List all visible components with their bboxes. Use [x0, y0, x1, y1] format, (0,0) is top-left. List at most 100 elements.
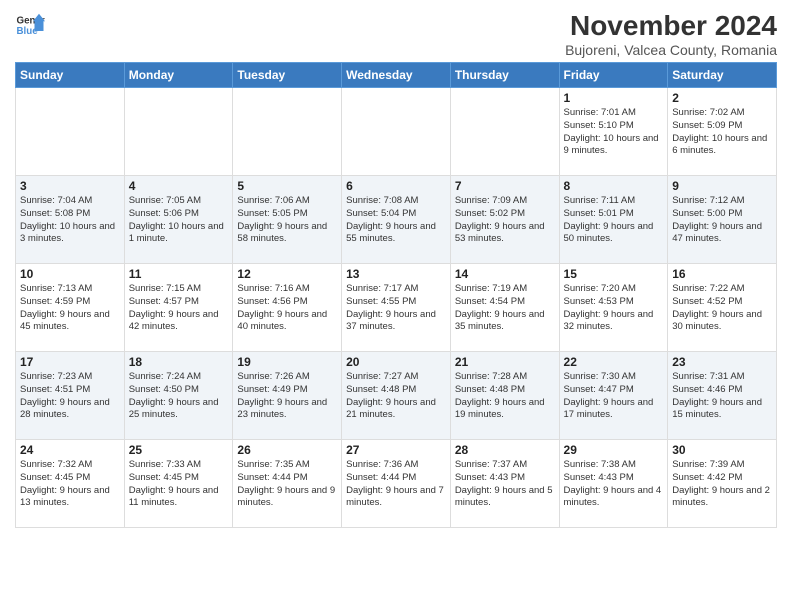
day-number: 26 — [237, 443, 337, 457]
weekday-header-thursday: Thursday — [450, 63, 559, 88]
calendar-cell: 27 Sunrise: 7:36 AM Sunset: 4:44 PM Dayli… — [342, 440, 451, 528]
main-container: General Blue November 2024 Bujoreni, Val… — [0, 0, 792, 533]
day-content: Sunrise: 7:32 AM Sunset: 4:45 PM Dayligh… — [20, 459, 120, 510]
logo: General Blue — [15, 10, 45, 40]
calendar-cell: 6 Sunrise: 7:08 AM Sunset: 5:04 PM Daylig… — [342, 176, 451, 264]
day-number: 11 — [129, 267, 229, 281]
weekday-header-wednesday: Wednesday — [342, 63, 451, 88]
day-content: Sunrise: 7:20 AM Sunset: 4:53 PM Dayligh… — [564, 283, 664, 334]
day-content: Sunrise: 7:26 AM Sunset: 4:49 PM Dayligh… — [237, 371, 337, 422]
day-content: Sunrise: 7:01 AM Sunset: 5:10 PM Dayligh… — [564, 107, 664, 158]
title-block: November 2024 Bujoreni, Valcea County, R… — [565, 10, 777, 58]
day-content: Sunrise: 7:11 AM Sunset: 5:01 PM Dayligh… — [564, 195, 664, 246]
day-content: Sunrise: 7:06 AM Sunset: 5:05 PM Dayligh… — [237, 195, 337, 246]
day-content: Sunrise: 7:27 AM Sunset: 4:48 PM Dayligh… — [346, 371, 446, 422]
day-content: Sunrise: 7:33 AM Sunset: 4:45 PM Dayligh… — [129, 459, 229, 510]
calendar-week-5: 24 Sunrise: 7:32 AM Sunset: 4:45 PM Dayli… — [16, 440, 777, 528]
day-content: Sunrise: 7:39 AM Sunset: 4:42 PM Dayligh… — [672, 459, 772, 510]
day-content: Sunrise: 7:13 AM Sunset: 4:59 PM Dayligh… — [20, 283, 120, 334]
day-number: 2 — [672, 91, 772, 105]
calendar-cell: 9Sunrise: 7:12 AM Sunset: 5:00 PM Daylig… — [668, 176, 777, 264]
calendar-cell: 26 Sunrise: 7:35 AM Sunset: 4:44 PM Dayli… — [233, 440, 342, 528]
calendar-cell: 15 Sunrise: 7:20 AM Sunset: 4:53 PM Dayli… — [559, 264, 668, 352]
calendar-cell — [233, 88, 342, 176]
calendar-cell: 13Sunrise: 7:17 AM Sunset: 4:55 PM Dayli… — [342, 264, 451, 352]
day-number: 25 — [129, 443, 229, 457]
day-number: 17 — [20, 355, 120, 369]
day-content: Sunrise: 7:12 AM Sunset: 5:00 PM Dayligh… — [672, 195, 772, 246]
day-content: Sunrise: 7:22 AM Sunset: 4:52 PM Dayligh… — [672, 283, 772, 334]
day-content: Sunrise: 7:36 AM Sunset: 4:44 PM Dayligh… — [346, 459, 446, 510]
calendar-cell: 24 Sunrise: 7:32 AM Sunset: 4:45 PM Dayli… — [16, 440, 125, 528]
day-number: 4 — [129, 179, 229, 193]
logo-icon: General Blue — [15, 10, 45, 40]
calendar-cell — [16, 88, 125, 176]
weekday-header-saturday: Saturday — [668, 63, 777, 88]
calendar-cell: 4 Sunrise: 7:05 AM Sunset: 5:06 PM Daylig… — [124, 176, 233, 264]
day-content: Sunrise: 7:24 AM Sunset: 4:50 PM Dayligh… — [129, 371, 229, 422]
day-content: Sunrise: 7:02 AM Sunset: 5:09 PM Dayligh… — [672, 107, 772, 158]
calendar-cell: 14 Sunrise: 7:19 AM Sunset: 4:54 PM Dayli… — [450, 264, 559, 352]
day-number: 18 — [129, 355, 229, 369]
day-content: Sunrise: 7:08 AM Sunset: 5:04 PM Dayligh… — [346, 195, 446, 246]
day-content: Sunrise: 7:31 AM Sunset: 4:46 PM Dayligh… — [672, 371, 772, 422]
day-content: Sunrise: 7:19 AM Sunset: 4:54 PM Dayligh… — [455, 283, 555, 334]
calendar-cell — [450, 88, 559, 176]
day-number: 22 — [564, 355, 664, 369]
day-number: 6 — [346, 179, 446, 193]
calendar-cell: 11 Sunrise: 7:15 AM Sunset: 4:57 PM Dayli… — [124, 264, 233, 352]
day-number: 16 — [672, 267, 772, 281]
day-number: 24 — [20, 443, 120, 457]
day-number: 20 — [346, 355, 446, 369]
day-content: Sunrise: 7:23 AM Sunset: 4:51 PM Dayligh… — [20, 371, 120, 422]
day-content: Sunrise: 7:09 AM Sunset: 5:02 PM Dayligh… — [455, 195, 555, 246]
calendar-cell: 20 Sunrise: 7:27 AM Sunset: 4:48 PM Dayli… — [342, 352, 451, 440]
day-number: 19 — [237, 355, 337, 369]
weekday-header-row: SundayMondayTuesdayWednesdayThursdayFrid… — [16, 63, 777, 88]
day-number: 15 — [564, 267, 664, 281]
day-number: 7 — [455, 179, 555, 193]
calendar-cell: 23 Sunrise: 7:31 AM Sunset: 4:46 PM Dayli… — [668, 352, 777, 440]
day-content: Sunrise: 7:05 AM Sunset: 5:06 PM Dayligh… — [129, 195, 229, 246]
calendar-cell: 18 Sunrise: 7:24 AM Sunset: 4:50 PM Dayli… — [124, 352, 233, 440]
weekday-header-friday: Friday — [559, 63, 668, 88]
calendar-cell: 1Sunrise: 7:01 AM Sunset: 5:10 PM Daylig… — [559, 88, 668, 176]
day-content: Sunrise: 7:04 AM Sunset: 5:08 PM Dayligh… — [20, 195, 120, 246]
calendar-table: SundayMondayTuesdayWednesdayThursdayFrid… — [15, 62, 777, 528]
calendar-body: 1Sunrise: 7:01 AM Sunset: 5:10 PM Daylig… — [16, 88, 777, 528]
day-number: 8 — [564, 179, 664, 193]
day-content: Sunrise: 7:35 AM Sunset: 4:44 PM Dayligh… — [237, 459, 337, 510]
calendar-week-4: 17 Sunrise: 7:23 AM Sunset: 4:51 PM Dayli… — [16, 352, 777, 440]
calendar-cell: 29Sunrise: 7:38 AM Sunset: 4:43 PM Dayli… — [559, 440, 668, 528]
calendar-cell: 7 Sunrise: 7:09 AM Sunset: 5:02 PM Daylig… — [450, 176, 559, 264]
day-number: 5 — [237, 179, 337, 193]
day-number: 29 — [564, 443, 664, 457]
day-number: 27 — [346, 443, 446, 457]
day-number: 14 — [455, 267, 555, 281]
calendar-cell: 22 Sunrise: 7:30 AM Sunset: 4:47 PM Dayli… — [559, 352, 668, 440]
calendar-week-2: 3 Sunrise: 7:04 AM Sunset: 5:08 PM Daylig… — [16, 176, 777, 264]
calendar-week-3: 10Sunrise: 7:13 AM Sunset: 4:59 PM Dayli… — [16, 264, 777, 352]
calendar-cell: 30 Sunrise: 7:39 AM Sunset: 4:42 PM Dayli… — [668, 440, 777, 528]
day-number: 3 — [20, 179, 120, 193]
calendar-cell: 19 Sunrise: 7:26 AM Sunset: 4:49 PM Dayli… — [233, 352, 342, 440]
calendar-cell: 28Sunrise: 7:37 AM Sunset: 4:43 PM Dayli… — [450, 440, 559, 528]
header: General Blue November 2024 Bujoreni, Val… — [15, 10, 777, 58]
calendar-cell: 21Sunrise: 7:28 AM Sunset: 4:48 PM Dayli… — [450, 352, 559, 440]
calendar-cell: 8 Sunrise: 7:11 AM Sunset: 5:01 PM Daylig… — [559, 176, 668, 264]
calendar-cell: 2 Sunrise: 7:02 AM Sunset: 5:09 PM Daylig… — [668, 88, 777, 176]
day-content: Sunrise: 7:16 AM Sunset: 4:56 PM Dayligh… — [237, 283, 337, 334]
calendar-header: SundayMondayTuesdayWednesdayThursdayFrid… — [16, 63, 777, 88]
day-content: Sunrise: 7:15 AM Sunset: 4:57 PM Dayligh… — [129, 283, 229, 334]
calendar-cell: 5 Sunrise: 7:06 AM Sunset: 5:05 PM Daylig… — [233, 176, 342, 264]
day-content: Sunrise: 7:30 AM Sunset: 4:47 PM Dayligh… — [564, 371, 664, 422]
day-number: 12 — [237, 267, 337, 281]
page-title: November 2024 — [565, 10, 777, 42]
calendar-cell — [342, 88, 451, 176]
calendar-cell: 12 Sunrise: 7:16 AM Sunset: 4:56 PM Dayli… — [233, 264, 342, 352]
day-content: Sunrise: 7:28 AM Sunset: 4:48 PM Dayligh… — [455, 371, 555, 422]
day-number: 13 — [346, 267, 446, 281]
day-number: 30 — [672, 443, 772, 457]
calendar-week-1: 1Sunrise: 7:01 AM Sunset: 5:10 PM Daylig… — [16, 88, 777, 176]
day-number: 23 — [672, 355, 772, 369]
